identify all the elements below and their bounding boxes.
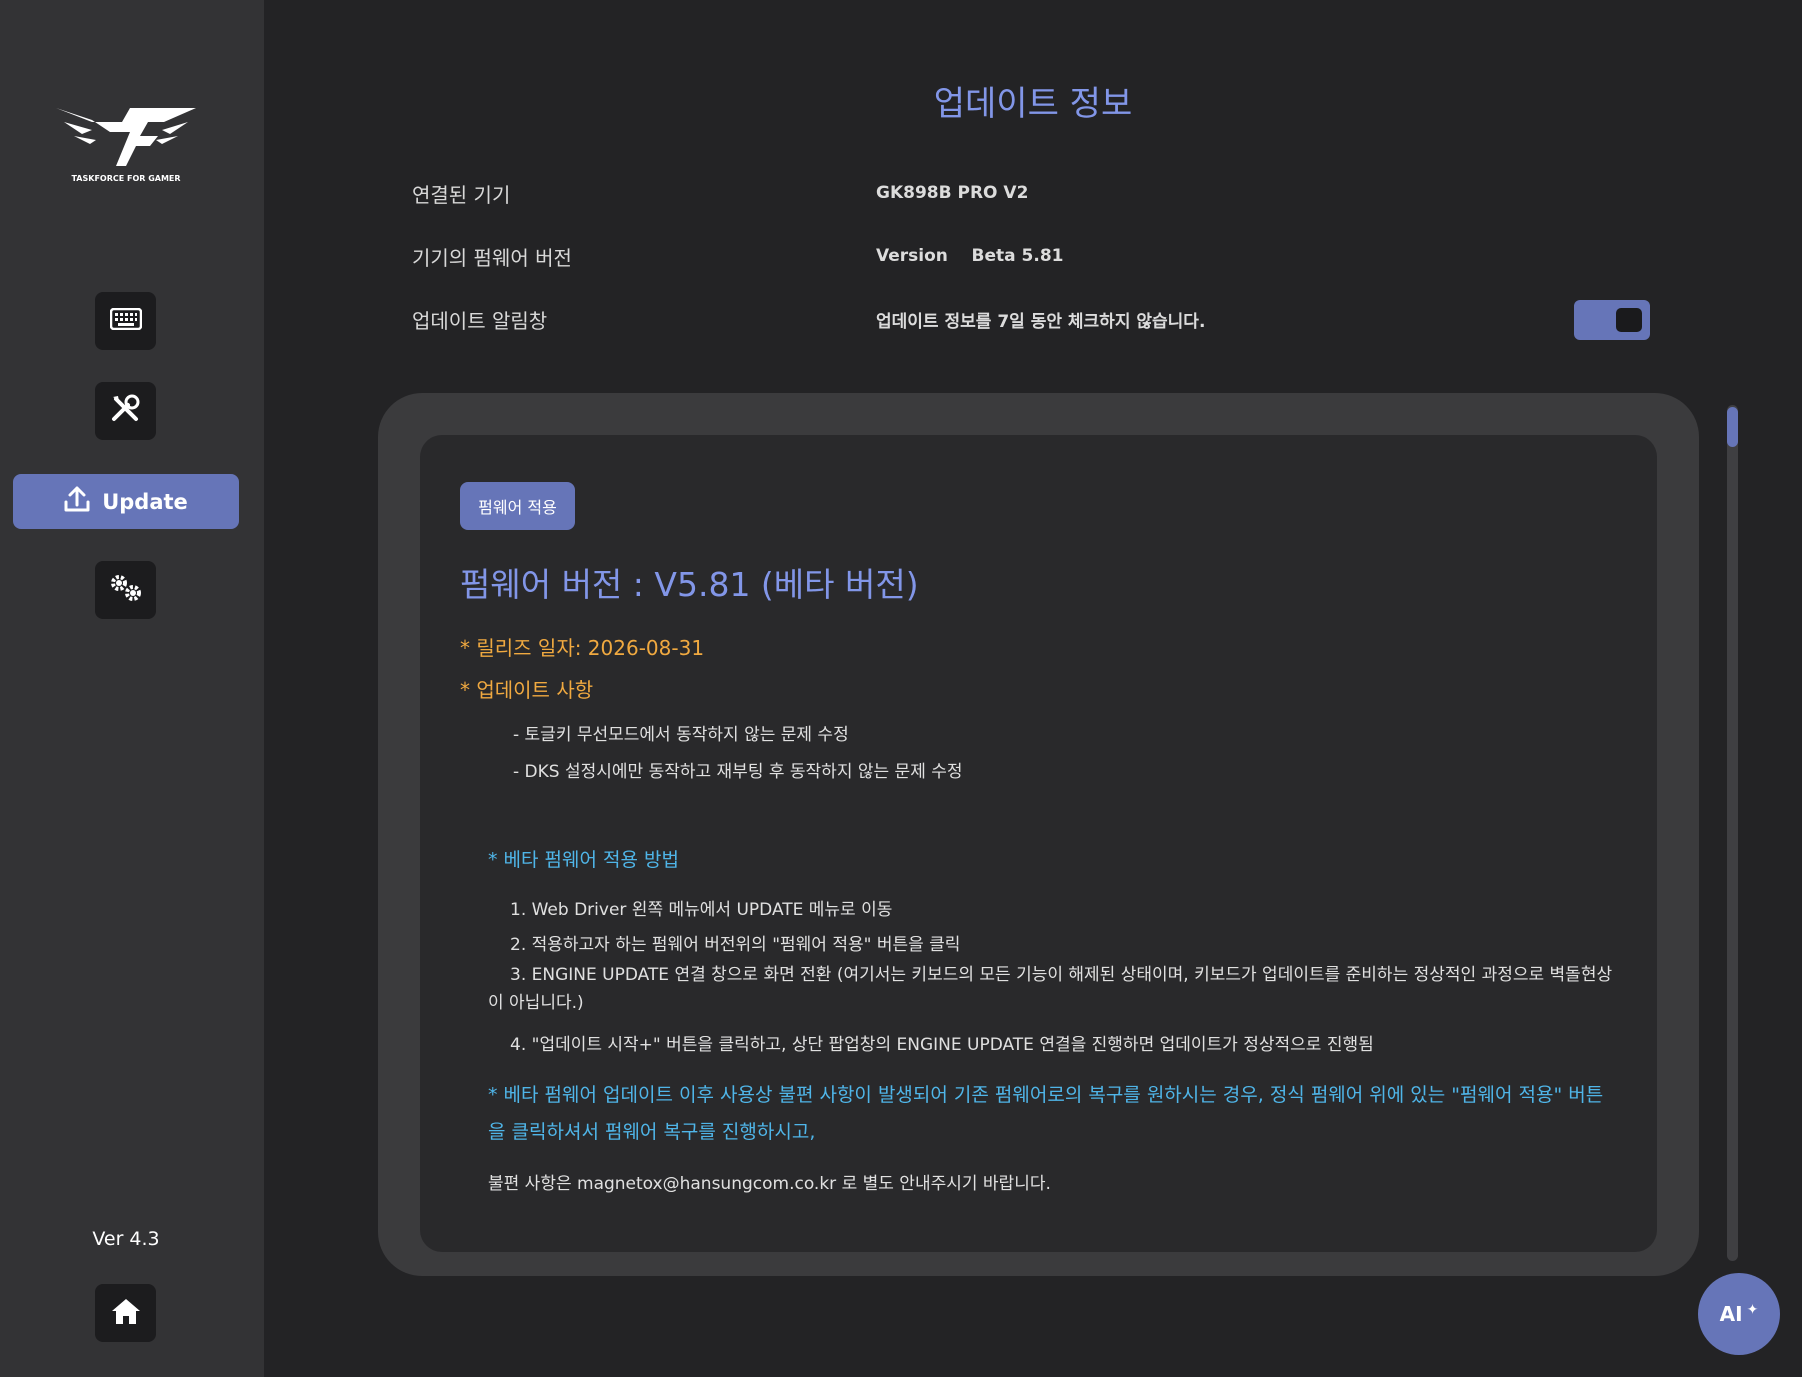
update-item: - DKS 설정시에만 동작하고 재부팅 후 동작하지 않는 문제 수정 — [513, 762, 963, 782]
tools-icon — [110, 393, 142, 429]
scrollbar-thumb[interactable] — [1727, 407, 1738, 447]
keyboard-settings-button[interactable] — [95, 292, 156, 350]
notification-value: 업데이트 정보를 7일 동안 체크하지 않습니다. — [876, 311, 1206, 332]
page-title: 업데이트 정보 — [933, 84, 1133, 124]
gears-icon — [108, 572, 144, 608]
update-item: - 토글키 무선모드에서 동작하지 않는 문제 수정 — [513, 725, 849, 745]
tools-button[interactable] — [95, 382, 156, 440]
step-item: 3. ENGINE UPDATE 연결 창으로 화면 전환 (여기서는 키보드의… — [488, 965, 1613, 1013]
step-item: 2. 적용하고자 하는 펌웨어 버전위의 "펌웨어 적용" 버튼을 클릭 — [510, 935, 961, 955]
logo-text: TASKFORCE FOR GAMER — [71, 174, 181, 183]
release-notes-panel: 펌웨어 적용 펌웨어 버전 : V5.81 (베타 버전) * 릴리즈 일자: … — [378, 393, 1699, 1276]
method-heading: * 베타 펌웨어 적용 방법 — [488, 849, 679, 871]
settings-button[interactable] — [95, 561, 156, 619]
apply-firmware-button[interactable]: 펌웨어 적용 — [460, 482, 575, 530]
step-item: 1. Web Driver 왼쪽 메뉴에서 UPDATE 메뉴로 이동 — [510, 900, 893, 920]
toggle-knob — [1616, 308, 1642, 332]
notification-toggle[interactable] — [1574, 300, 1650, 340]
release-notes-card: 펌웨어 적용 펌웨어 버전 : V5.81 (베타 버전) * 릴리즈 일자: … — [420, 435, 1657, 1252]
brand-logo[interactable]: TASKFORCE FOR GAMER — [52, 100, 200, 190]
update-heading: * 업데이트 사항 — [460, 678, 594, 702]
sidebar: TASKFORCE FOR GAMER Update Ver 4.3 — [0, 0, 264, 1377]
update-button-label: Update — [102, 489, 188, 514]
update-button[interactable]: Update — [13, 474, 239, 529]
release-date: * 릴리즈 일자: 2026-08-31 — [460, 636, 705, 660]
firmware-version-value: Version Beta 5.81 — [876, 246, 1064, 266]
home-button[interactable] — [95, 1284, 156, 1342]
notification-label: 업데이트 알림창 — [412, 308, 548, 333]
firmware-version-label: 기기의 펌웨어 버전 — [412, 245, 572, 270]
ai-button-label: AI — [1719, 1302, 1743, 1326]
home-icon — [110, 1297, 142, 1329]
step-item: 4. "업데이트 시작+" 버튼을 클릭하고, 상단 팝업창의 ENGINE U… — [510, 1035, 1374, 1055]
recovery-note: * 베타 펌웨어 업데이트 이후 사용상 불편 사항이 발생되어 기존 펌웨어로… — [488, 1084, 1604, 1143]
device-label: 연결된 기기 — [412, 182, 511, 207]
upload-icon — [64, 485, 90, 518]
contact-note: 불편 사항은 magnetox@hansungcom.co.kr 로 별도 안내… — [488, 1174, 1051, 1194]
ai-assistant-button[interactable]: AI ✦ — [1698, 1273, 1780, 1355]
firmware-title: 펌웨어 버전 : V5.81 (베타 버전) — [460, 565, 919, 604]
scrollbar[interactable] — [1727, 405, 1738, 1261]
device-value: GK898B PRO V2 — [876, 183, 1029, 203]
sparkle-icon: ✦ — [1746, 1302, 1759, 1318]
keyboard-icon — [109, 307, 142, 334]
app-version: Ver 4.3 — [92, 1228, 160, 1250]
